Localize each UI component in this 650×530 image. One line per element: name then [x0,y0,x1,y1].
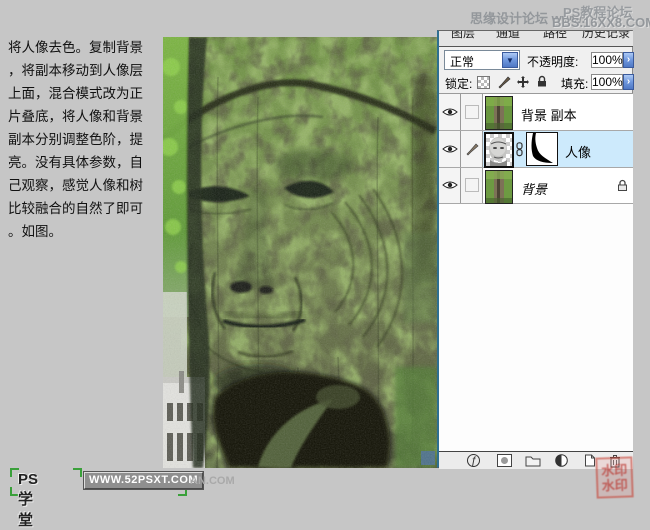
seal-text: 水印 [598,477,632,493]
layer-thumbnail[interactable] [485,170,513,204]
tab-paths[interactable]: 路径 [543,31,567,41]
red-seal-watermark: 水印 水印 [595,456,633,498]
layer-row-background-copy[interactable]: 背景 副本 [439,94,633,131]
portrait-thumbnail-face [486,134,512,166]
chevron-down-icon[interactable]: ▼ [502,52,518,68]
lock-position-move-icon[interactable] [516,75,530,89]
add-mask-icon[interactable] [497,454,512,467]
layer-mask-thumbnail[interactable] [526,132,558,166]
lock-all-icon[interactable] [536,75,548,88]
tab-history[interactable]: 历史记录 [582,31,630,41]
lock-label: 锁定: [445,75,472,92]
layers-list: 背景 副本 [439,94,633,204]
tutorial-line: 亮。没有具体参数，自 [8,151,160,174]
new-group-folder-icon[interactable] [525,454,541,467]
blend-mode-dropdown[interactable]: 正常 ▼ [444,50,520,70]
tutorial-text: 将人像去色。复制背景 ，将副本移动到人像层 上面，混合模式改为正 片叠底，将人像… [8,36,160,243]
eye-icon [442,144,458,154]
layer-name[interactable]: 背景 [521,179,547,198]
lock-pixels-brush-icon[interactable] [497,75,511,89]
watermark-faint-url: AN.COM [190,475,235,487]
layer-visibility-toggle[interactable] [439,94,461,130]
layer-thumbnail[interactable] [484,132,514,168]
lock-transparency-icon[interactable] [477,76,490,89]
tutorial-line: 己观察，感觉人像和树 [8,174,160,197]
tutorial-line: 。如图。 [8,220,160,243]
opacity-spinner-icon[interactable]: › [623,52,634,68]
tutorial-line: ，将副本移动到人像层 [8,59,160,82]
adjustment-layer-icon[interactable] [555,454,568,467]
tutorial-line: 比较融合的自然了即可 [8,197,160,220]
seal-text: 水印 [598,462,632,478]
layer-visibility-toggle[interactable] [439,131,461,167]
fill-input[interactable]: 100% [591,74,623,90]
layer-name[interactable]: 人像 [565,142,591,161]
layer-row-background[interactable]: 背景 [439,168,633,204]
layer-name[interactable]: 背景 副本 [521,105,577,124]
watermark-url-box: WWW.52PSXT.COM [84,472,203,489]
layers-empty-area [439,204,633,451]
fill-spinner-icon[interactable]: › [623,74,634,90]
layer-thumbnail[interactable] [485,96,513,130]
layers-panel: 图层 通道 路径 历史记录 正常 ▼ 不透明度: 100% › 锁定: 填充: … [437,30,633,468]
tree-face-artwork [163,37,437,468]
layer-link-well[interactable] [461,168,483,203]
mask-link-icon[interactable] [515,142,524,157]
layer-select-area[interactable]: 人像 [483,131,633,167]
background-lock-icon [617,179,628,192]
canvas-image [163,37,437,468]
active-layer-brush-well[interactable] [461,131,483,167]
new-layer-icon[interactable] [583,454,596,467]
tutorial-line: 副本分别调整色阶，提 [8,128,160,151]
fill-label: 填充: [561,75,588,92]
tab-layers[interactable]: 图层 [451,31,475,41]
eye-icon [442,180,458,190]
watermark-forum-url: BBS.16XX8.COM [552,15,650,30]
panel-tab-bar: 图层 通道 路径 历史记录 [439,31,633,47]
opacity-label: 不透明度: [527,53,578,70]
layer-visibility-toggle[interactable] [439,168,461,203]
paintbrush-icon [465,142,479,156]
layer-link-well[interactable] [461,94,483,130]
blend-mode-value: 正常 [450,53,474,70]
tutorial-line: 上面，混合模式改为正 [8,82,160,105]
layer-style-icon[interactable]: ƒ [467,454,480,467]
tutorial-line: 片叠底，将人像和背景 [8,105,160,128]
watermark-brand: PS学堂 [18,471,38,530]
tutorial-line: 将人像去色。复制背景 [8,36,160,59]
layer-select-area[interactable]: 背景 [483,168,633,203]
layer-select-area[interactable]: 背景 副本 [483,94,633,130]
eye-icon [442,107,458,117]
opacity-input[interactable]: 100% [591,52,623,68]
tab-channels[interactable]: 通道 [496,31,520,41]
layer-row-portrait[interactable]: 人像 [439,131,633,168]
